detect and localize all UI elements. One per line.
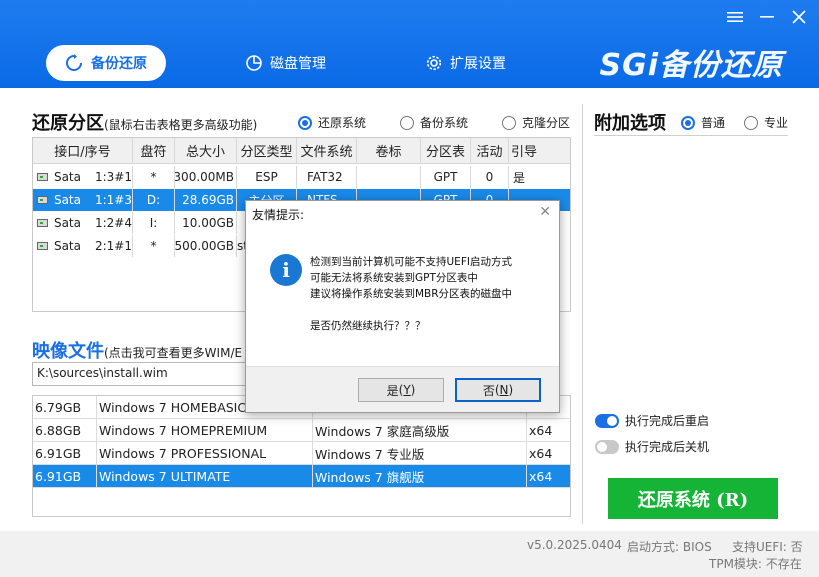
radio-backup-system[interactable]: 备份系统 <box>400 114 468 131</box>
dialog-button-bar: 是(Y) 否(N) <box>246 366 559 412</box>
radio-label: 克隆分区 <box>522 116 571 130</box>
no-button[interactable]: 否(N) <box>455 378 541 402</box>
column-header[interactable]: 活动 <box>471 138 509 163</box>
radio-restore-system[interactable]: 还原系统 <box>298 114 366 131</box>
column-header[interactable]: 盘符 <box>133 138 175 163</box>
uefi-support-text: 支持UEFI: 否 <box>732 540 803 554</box>
panel-divider <box>582 104 583 524</box>
toggle-switch[interactable] <box>595 439 619 454</box>
app-header: 备份还原 磁盘管理 扩展设置 SGi备份还原 <box>0 0 819 88</box>
app-logo: SGi备份还原 <box>599 48 783 83</box>
drive-icon <box>37 173 48 181</box>
restore-system-button[interactable]: 还原系统 (R) <box>608 478 778 519</box>
version-text: v5.0.2025.0404 <box>527 538 622 552</box>
yes-button[interactable]: 是(Y) <box>358 378 444 402</box>
gear-icon <box>426 55 442 71</box>
tab-backup-restore[interactable]: 备份还原 <box>46 45 166 81</box>
list-item[interactable]: 6.88GB Windows 7 HOMEPREMIUM Windows 7 家… <box>33 419 570 442</box>
warning-dialog: 友情提示: ✕ i 检测到当前计算机可能不支持UEFI启动方式 可能无法将系统安… <box>245 200 560 413</box>
partition-table-header: 接口/序号 盘符 总大小 分区类型 文件系统 卷标 分区表 活动 引导 <box>33 138 570 164</box>
radio-normal-mode[interactable]: 普通 <box>681 114 725 131</box>
column-header[interactable]: 卷标 <box>357 138 421 163</box>
image-title[interactable]: 映像文件 <box>32 341 104 362</box>
radio-dot <box>400 115 414 130</box>
column-header[interactable]: 总大小 <box>175 138 237 163</box>
menu-icon[interactable] <box>720 6 750 28</box>
toggle-label: 执行完成后关机 <box>625 440 710 454</box>
radio-dot <box>744 115 758 130</box>
list-item[interactable]: 6.91GB Windows 7 PROFESSIONAL Windows 7 … <box>33 442 570 465</box>
tab-label: 扩展设置 <box>450 56 506 72</box>
list-item[interactable]: 6.91GB Windows 7 ULTIMATE Windows 7 旗舰版 … <box>33 465 570 488</box>
image-path-field[interactable]: K:\sources\install.wim <box>32 362 247 386</box>
drive-icon <box>37 242 48 250</box>
tab-disk-management[interactable]: 磁盘管理 <box>246 45 326 81</box>
image-list-table[interactable]: 6.79GB Windows 7 HOMEBASIC 6.88GB Window… <box>32 395 571 517</box>
column-header[interactable]: 引导 <box>509 138 539 163</box>
tab-extended-settings[interactable]: 扩展设置 <box>426 45 506 81</box>
radio-clone-partition[interactable]: 克隆分区 <box>502 114 570 131</box>
partition-title: 还原分区 <box>32 113 104 134</box>
options-divider <box>594 135 788 136</box>
drive-icon <box>37 196 48 204</box>
dialog-message: 检测到当前计算机可能不支持UEFI启动方式 可能无法将系统安装到GPT分区表中 … <box>310 256 513 332</box>
dialog-close-icon[interactable]: ✕ <box>539 204 551 220</box>
radio-label: 备份系统 <box>420 116 469 130</box>
toggle-shutdown-after[interactable]: 执行完成后关机 <box>595 438 709 455</box>
toggle-label: 执行完成后重启 <box>625 414 710 428</box>
options-title: 附加选项 <box>594 113 666 134</box>
tab-label: 磁盘管理 <box>270 56 326 72</box>
image-note[interactable]: (点击我可查看更多WIM/E <box>104 346 242 360</box>
table-row[interactable]: Sata 1:3#1 * 300.00MB ESP FAT32 GPT 0 是 <box>33 166 570 188</box>
drive-icon <box>37 219 48 227</box>
column-header[interactable]: 分区类型 <box>237 138 297 163</box>
partition-section-title: 还原分区(鼠标右击表格更多高级功能) <box>32 109 257 135</box>
minimize-icon[interactable] <box>752 6 782 28</box>
tpm-status-text: TPM模块: 不存在 <box>709 557 802 571</box>
dialog-title: 友情提示: <box>252 208 305 222</box>
radio-label: 专业 <box>764 116 789 130</box>
radio-pro-mode[interactable]: 专业 <box>744 114 788 131</box>
radio-dot <box>502 115 516 130</box>
column-header[interactable]: 接口/序号 <box>33 138 133 163</box>
boot-mode-text: 启动方式: BIOS <box>627 540 712 554</box>
partition-note: (鼠标右击表格更多高级功能) <box>104 118 258 132</box>
radio-dot <box>298 115 312 130</box>
image-section-title: 映像文件(点击我可查看更多WIM/E <box>32 337 242 363</box>
close-icon[interactable] <box>784 6 814 28</box>
toggle-restart-after[interactable]: 执行完成后重启 <box>595 412 709 429</box>
status-bar: v5.0.2025.0404 启动方式: BIOS 支持UEFI: 否 TPM模… <box>0 531 819 577</box>
column-header[interactable]: 分区表 <box>421 138 471 163</box>
radio-label: 普通 <box>701 116 726 130</box>
info-icon: i <box>270 254 302 286</box>
tab-label: 备份还原 <box>91 56 147 72</box>
radio-label: 还原系统 <box>318 116 367 130</box>
radio-dot <box>681 115 695 130</box>
restore-icon <box>65 54 83 72</box>
pie-chart-icon <box>246 55 262 71</box>
column-header[interactable]: 文件系统 <box>297 138 357 163</box>
toggle-switch[interactable] <box>595 413 619 428</box>
